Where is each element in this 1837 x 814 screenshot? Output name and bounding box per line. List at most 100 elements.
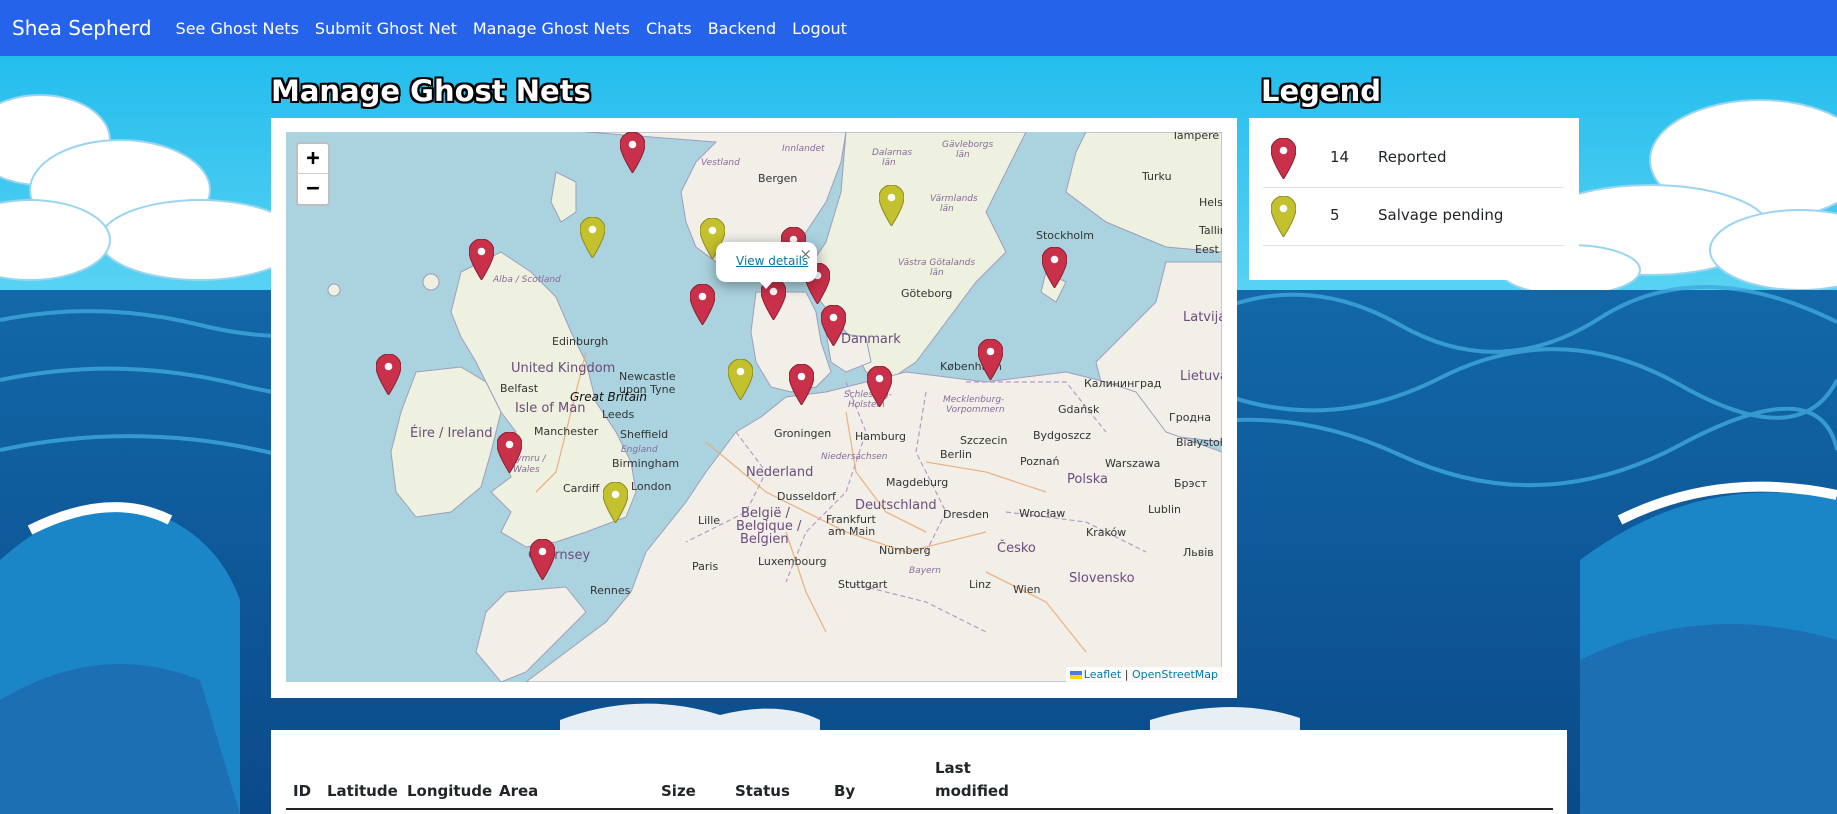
ghost-nets-table: ID Latitude Longitude Area Size Status B…	[271, 730, 1567, 814]
attribution-separator: |	[1124, 668, 1129, 681]
salvage-pending-marker-icon[interactable]	[879, 185, 904, 226]
map-label: Tampere	[1172, 132, 1220, 142]
map-label: Szczecin	[960, 434, 1008, 447]
map-label: Latvija	[1183, 310, 1222, 325]
map-label: Leeds	[602, 408, 635, 421]
map-label: Львів	[1183, 546, 1214, 559]
reported-marker-icon[interactable]	[620, 132, 645, 173]
leaflet-link[interactable]: Leaflet	[1084, 668, 1121, 681]
map-label: Sheffield	[620, 428, 669, 441]
popup-close-icon[interactable]: ×	[799, 245, 812, 263]
legend-count: 14	[1330, 148, 1350, 166]
map-label: Göteborg	[901, 287, 953, 300]
reported-marker-icon[interactable]	[530, 539, 555, 580]
map-label: Dalarnas	[872, 148, 913, 158]
reported-marker-icon[interactable]	[1042, 247, 1067, 288]
reported-marker-icon[interactable]	[376, 354, 401, 395]
salvage-pending-marker-icon[interactable]	[728, 359, 753, 400]
map-label: Vorpommern	[946, 405, 1005, 415]
column-header-by[interactable]: By	[834, 780, 855, 803]
map-label: Hels	[1199, 196, 1222, 209]
reported-marker-icon[interactable]	[821, 305, 846, 346]
map-label: Paris	[692, 560, 719, 573]
map-label: Berlin	[940, 448, 972, 461]
nav-see-ghost-nets[interactable]: See Ghost Nets	[176, 19, 299, 38]
column-header-area[interactable]: Area	[499, 780, 538, 803]
map-label: Gdańsk	[1058, 403, 1100, 416]
column-header-latitude[interactable]: Latitude	[327, 780, 398, 803]
zoom-control: + −	[296, 142, 330, 206]
map-label: Mecklenburg-	[943, 395, 1005, 405]
map-label: Bergen	[758, 172, 798, 185]
map-label: Калининград	[1084, 377, 1162, 390]
column-header-modified[interactable]: modified	[935, 780, 1009, 803]
reported-marker-icon	[1271, 138, 1296, 179]
map-label: Värmlands	[930, 194, 978, 204]
ghost-net-map[interactable]: Vestland Innlandet Dalarnas län Gävlebor…	[286, 132, 1222, 682]
salvage-pending-marker-icon[interactable]	[580, 217, 605, 258]
map-label: Białystok	[1176, 436, 1222, 449]
map-label: Poznań	[1020, 455, 1060, 468]
map-label: Lille	[698, 514, 721, 527]
nav-backend[interactable]: Backend	[708, 19, 776, 38]
map-label: Bayern	[909, 566, 941, 576]
map-label: Vestland	[701, 158, 740, 168]
salvage-pending-marker-icon[interactable]	[603, 482, 628, 523]
map-label: England	[621, 445, 658, 455]
zoom-out-button[interactable]: −	[298, 174, 328, 204]
reported-marker-icon[interactable]	[789, 364, 814, 405]
map-label: län	[956, 150, 970, 160]
map-label: Cardiff	[563, 482, 600, 495]
map-label: Belfast	[500, 382, 539, 395]
view-details-link[interactable]: View details	[736, 254, 808, 268]
map-label: Gävleborgs	[942, 140, 994, 150]
column-header-size[interactable]: Size	[661, 780, 696, 803]
nav-submit-ghost-net[interactable]: Submit Ghost Net	[315, 19, 457, 38]
map-label: Eest	[1195, 243, 1219, 256]
column-header-status[interactable]: Status	[735, 780, 790, 803]
map-label: Warszawa	[1105, 457, 1161, 470]
openstreetmap-link[interactable]: OpenStreetMap	[1132, 668, 1218, 681]
salvage-pending-marker-icon	[1271, 196, 1296, 237]
legend-row-reported: 14 Reported	[1263, 130, 1564, 188]
reported-marker-icon[interactable]	[978, 339, 1003, 380]
map-label: län	[882, 158, 896, 168]
map-label: Nürnberg	[879, 544, 931, 557]
map-label: Kraków	[1086, 526, 1127, 539]
map-label: Lietuva	[1180, 369, 1222, 384]
map-label: Newcastle	[619, 370, 676, 383]
legend-title: Legend	[1261, 74, 1381, 108]
map-label: Dresden	[943, 508, 989, 521]
nav-manage-ghost-nets[interactable]: Manage Ghost Nets	[473, 19, 630, 38]
page-title: Manage Ghost Nets	[271, 74, 591, 108]
map-label: Polska	[1067, 472, 1108, 487]
map-label: Wrocław	[1019, 507, 1066, 520]
map-label: Брэст	[1174, 477, 1208, 490]
map-label: Hamburg	[855, 430, 906, 443]
reported-marker-icon[interactable]	[469, 239, 494, 280]
map-label: Turku	[1142, 170, 1172, 183]
column-header-last[interactable]: Last	[935, 757, 971, 780]
column-header-id[interactable]: ID	[293, 780, 311, 803]
nav-chats[interactable]: Chats	[646, 19, 692, 38]
map-label: Innlandet	[782, 144, 825, 154]
map-label: am Main	[828, 525, 876, 538]
map-label: Slovensko	[1069, 571, 1135, 586]
legend-count: 5	[1330, 206, 1340, 224]
map-label: Deutschland	[855, 498, 937, 513]
reported-marker-icon[interactable]	[867, 366, 892, 407]
brand-link[interactable]: Shea Sepherd	[12, 16, 152, 40]
reported-marker-icon[interactable]	[497, 432, 522, 473]
map-attribution: Leaflet | OpenStreetMap	[1065, 667, 1222, 682]
reported-marker-icon[interactable]	[690, 284, 715, 325]
map-panel: Vestland Innlandet Dalarnas län Gävlebor…	[271, 118, 1237, 698]
map-label: Гродна	[1169, 411, 1211, 424]
map-label: Magdeburg	[886, 476, 949, 489]
map-label: Isle of Man	[515, 401, 586, 416]
map-label: Luxembourg	[758, 555, 827, 568]
legend-panel: 14 Reported 5 Salvage pending	[1249, 118, 1579, 280]
nav-logout[interactable]: Logout	[792, 19, 847, 38]
column-header-longitude[interactable]: Longitude	[407, 780, 492, 803]
zoom-in-button[interactable]: +	[298, 144, 328, 174]
legend-label: Salvage pending	[1378, 206, 1504, 224]
